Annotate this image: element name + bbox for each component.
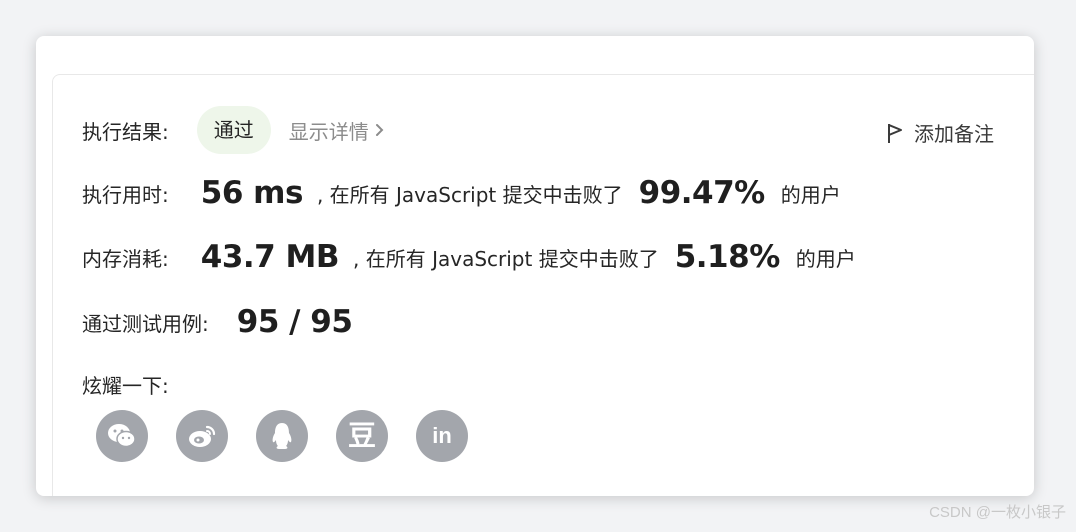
douban-icon: 豆 [347, 419, 376, 452]
share-label: 炫耀一下: [82, 374, 169, 398]
memory-label: 内存消耗: [82, 246, 169, 271]
weibo-icon [189, 425, 216, 447]
qq-icon [272, 423, 292, 449]
share-row-label: 炫耀一下: [82, 370, 169, 399]
add-note-button[interactable]: 添加备注 [886, 118, 994, 147]
memory-middle-text: , 在所有 JavaScript 提交中击败了 [353, 246, 659, 271]
runtime-percent: 99.47% [638, 175, 766, 211]
submission-result-card: 执行结果: 通过 显示详情 添加备注 执行用时: 56 ms , 在所有 Jav… [36, 36, 1034, 496]
chevron-right-icon [375, 124, 384, 136]
share-buttons: 豆 in [96, 410, 468, 462]
result-label: 执行结果: [82, 119, 169, 144]
runtime-middle-text: , 在所有 JavaScript 提交中击败了 [316, 182, 623, 207]
memory-value: 43.7 MB [200, 239, 340, 275]
testcases-value: 95 / 95 [236, 304, 353, 340]
testcases-label: 通过测试用例: [82, 311, 209, 336]
show-details-link[interactable]: 显示详情 [289, 116, 385, 145]
memory-percent: 5.18% [674, 239, 781, 275]
status-badge: 通过 [196, 106, 271, 154]
memory-row: 内存消耗: 43.7 MB , 在所有 JavaScript 提交中击败了 5.… [82, 239, 856, 275]
share-linkedin-button[interactable]: in [416, 410, 468, 462]
show-details-label: 显示详情 [288, 119, 369, 144]
linkedin-icon: in [432, 423, 452, 448]
runtime-label: 执行用时: [82, 182, 169, 207]
runtime-row: 执行用时: 56 ms , 在所有 JavaScript 提交中击败了 99.4… [82, 175, 841, 211]
testcases-row: 通过测试用例: 95 / 95 [82, 304, 353, 340]
runtime-suffix: 的用户 [780, 182, 841, 207]
wechat-icon [108, 424, 136, 448]
watermark: CSDN @一枚小银子 [929, 504, 1066, 521]
share-qq-button[interactable] [256, 410, 308, 462]
share-wechat-button[interactable] [96, 410, 148, 462]
add-note-label: 添加备注 [914, 122, 994, 146]
share-douban-button[interactable]: 豆 [336, 410, 388, 462]
runtime-value: 56 ms [200, 175, 304, 211]
share-weibo-button[interactable] [176, 410, 228, 462]
memory-suffix: 的用户 [795, 246, 856, 271]
result-row: 执行结果: 通过 显示详情 [82, 106, 385, 154]
flag-icon [888, 123, 902, 143]
